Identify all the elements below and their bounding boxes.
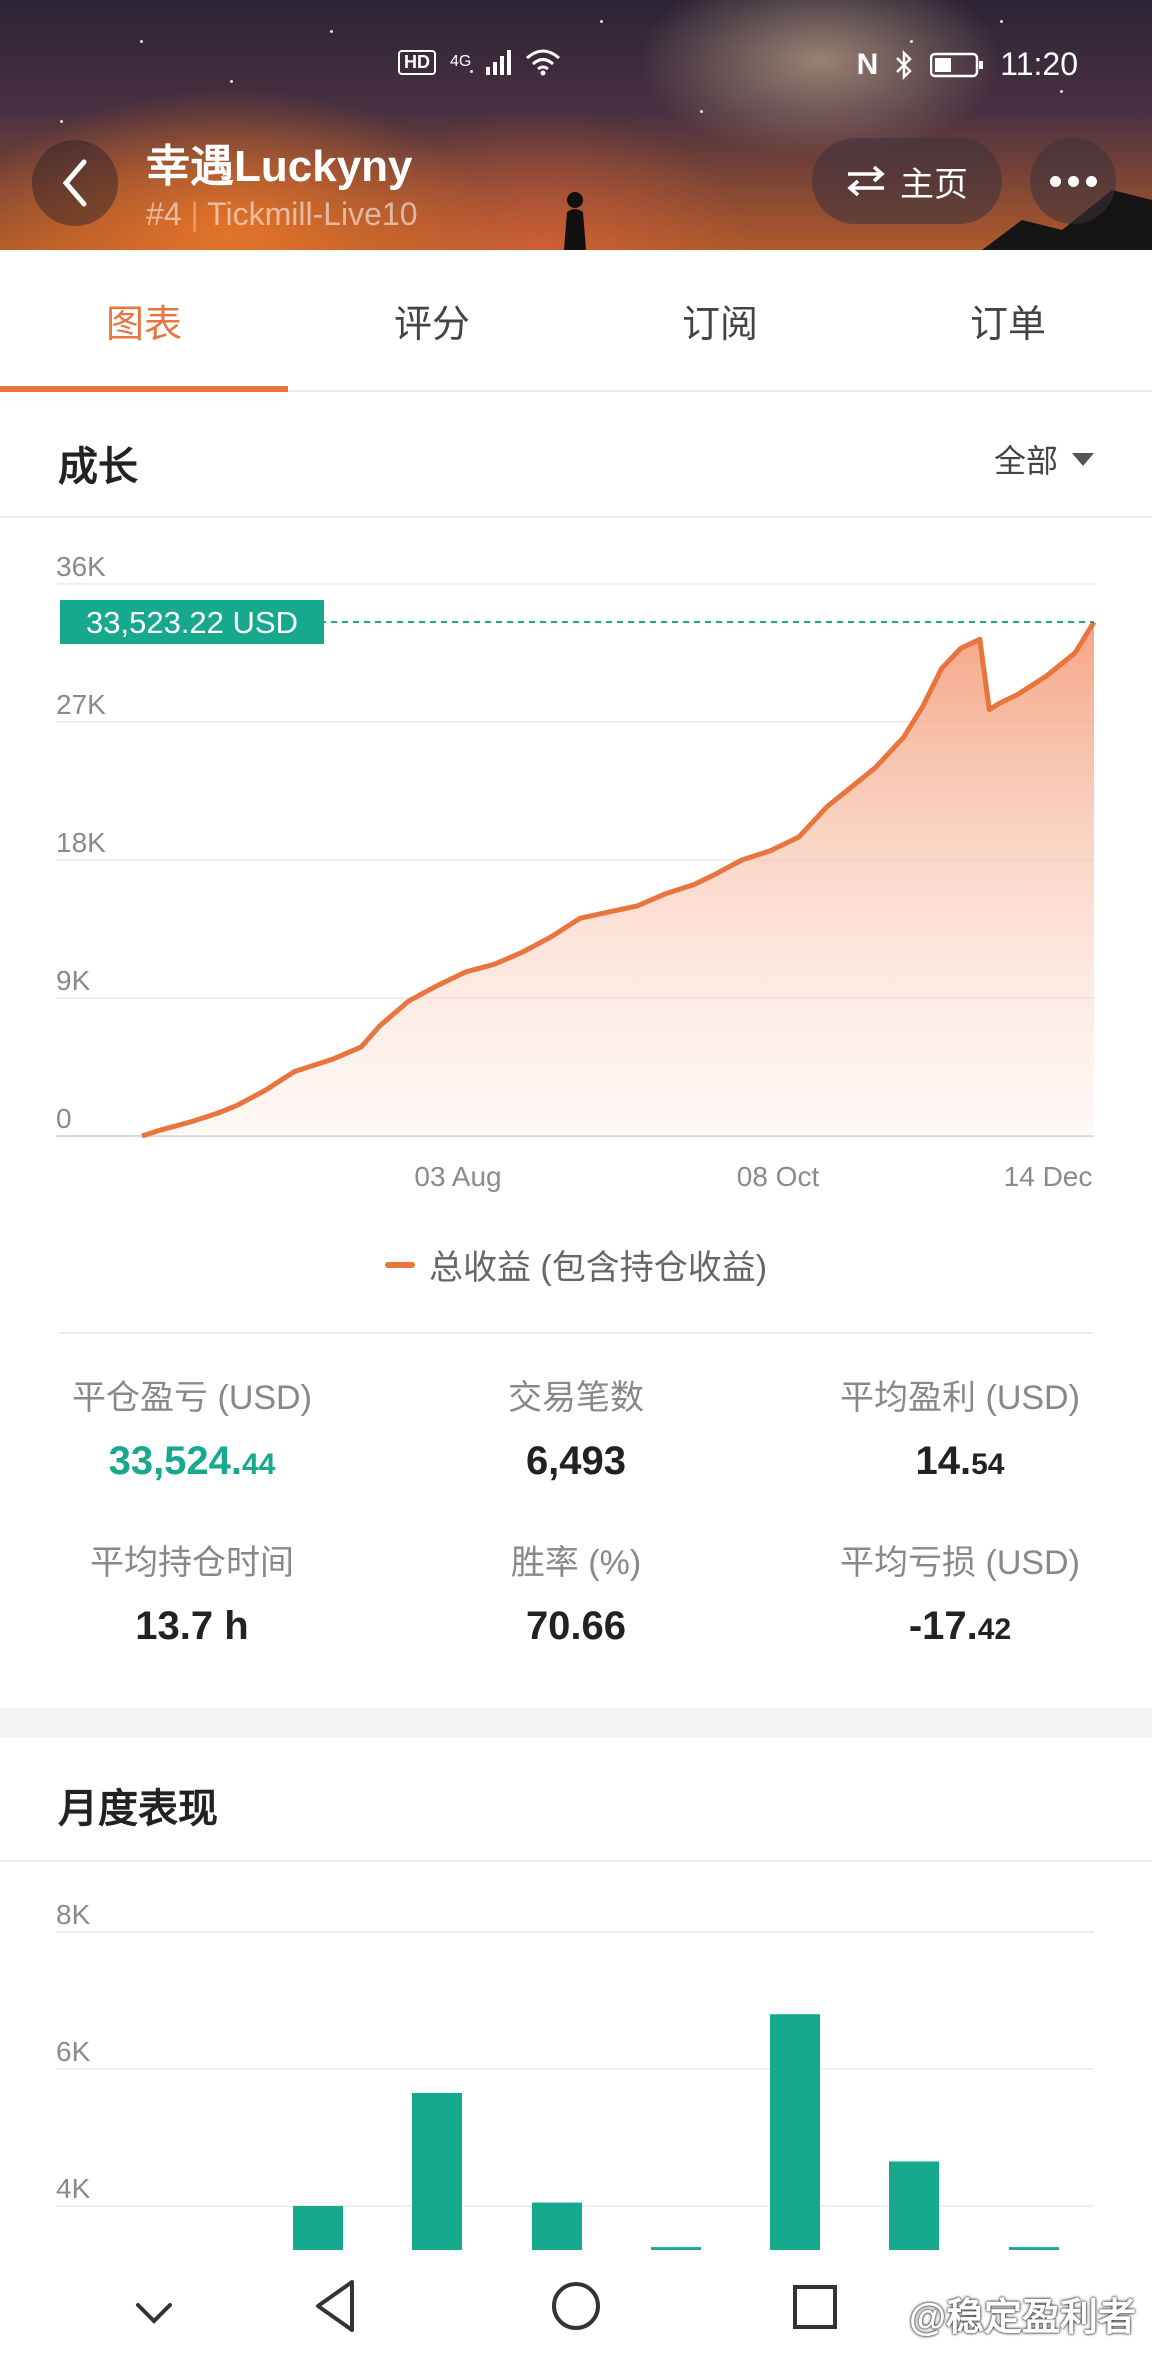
y-tick-label: 18K [56, 827, 106, 858]
system-nav-bar: @稳定盈利者 [0, 2250, 1152, 2376]
monthly-bar[interactable] [770, 2014, 820, 2260]
y-tick-label: 0 [56, 1103, 72, 1134]
status-time: 11:20 [1000, 46, 1078, 82]
current-value-label: 33,523.22 USD [86, 605, 298, 640]
range-selector-value: 全部 [993, 443, 1058, 479]
section-divider [58, 1332, 1094, 1334]
x-tick-label: 08 Oct [737, 1161, 820, 1192]
stat-label: 胜率 (%) [510, 1544, 642, 1582]
tab-subscription[interactable]: 订阅 [576, 250, 864, 390]
y-tick-label: 36K [56, 551, 106, 582]
tab-bar: 图表 评分 订阅 订单 [0, 250, 1152, 392]
stat-label: 平均盈利 (USD) [840, 1379, 1080, 1417]
account-rank: #4 [146, 196, 182, 232]
growth-title: 成长 [58, 445, 138, 489]
watermark-text: @稳定盈利者 [908, 2297, 1136, 2339]
home-button[interactable]: 主页 [812, 138, 1002, 224]
monthly-chart[interactable]: 8K 6K 4K [0, 1880, 1152, 2260]
stat-item: 平均亏损 (USD) -17.42 [768, 1535, 1152, 1649]
stat-value: 6,493 [525, 1439, 627, 1483]
more-options-button[interactable] [1030, 138, 1116, 224]
monthly-bar[interactable] [889, 2161, 939, 2260]
swap-icon [847, 165, 885, 197]
tab-chart[interactable]: 图表 [0, 250, 288, 392]
signal-icon [486, 50, 512, 75]
growth-chart[interactable]: 36K 27K 18K 9K 0 03 Aug 08 Oct 14 Dec 33,523.22 … [0, 540, 1152, 1210]
tab-orders[interactable]: 订单 [864, 250, 1152, 390]
status-bar: HD 4G N 11:20 [0, 38, 1152, 98]
y-tick-label: 6K [56, 2036, 91, 2067]
more-dot-icon [1067, 175, 1079, 187]
stat-value: 70.66 [525, 1604, 627, 1648]
stat-value: 13.7 h [135, 1604, 249, 1648]
stat-value: 14.54 [915, 1439, 1005, 1483]
battery-icon [930, 52, 984, 77]
stat-value-decimals: 42 [977, 1613, 1012, 1646]
wifi-icon [526, 49, 561, 76]
y-tick-label: 8K [56, 1899, 91, 1930]
stat-label: 平均持仓时间 [90, 1544, 294, 1582]
stat-value-decimals: 44 [242, 1448, 276, 1481]
stat-item: 交易笔数 6,493 [384, 1370, 768, 1484]
person-silhouette [564, 192, 586, 250]
stat-label: 交易笔数 [508, 1379, 644, 1417]
stat-value-decimals: 54 [971, 1448, 1005, 1481]
x-tick-label: 14 Dec [1004, 1161, 1093, 1192]
growth-legend: 总收益 (包含持仓收益) [0, 1240, 1152, 1289]
chevron-left-icon [62, 159, 87, 207]
growth-area-fill [142, 622, 1094, 1136]
back-button[interactable] [32, 140, 118, 226]
hd-badge: HD [398, 49, 436, 75]
monthly-bar[interactable] [412, 2092, 462, 2260]
x-tick-label: 03 Aug [414, 1161, 501, 1192]
nav-back-icon[interactable] [312, 2278, 358, 2334]
monthly-section-header: 月度表现 [0, 1738, 1152, 1862]
stat-label: 平仓盈亏 (USD) [72, 1379, 312, 1417]
legend-label: 总收益 (包含持仓收益) [428, 1249, 768, 1287]
more-dot-icon [1049, 175, 1061, 187]
stat-label: 平均亏损 (USD) [840, 1544, 1080, 1582]
stat-item: 平均盈利 (USD) 14.54 [768, 1370, 1152, 1484]
watermark: @稳定盈利者 [867, 2286, 1136, 2341]
y-tick-label: 4K [56, 2173, 91, 2204]
stat-item: 平均持仓时间 13.7 h [0, 1535, 384, 1649]
nfc-icon: N [856, 47, 879, 81]
section-gap [0, 1708, 1152, 1738]
growth-section-header: 成长 全部 [0, 394, 1152, 518]
nav-recents-icon[interactable] [792, 2284, 838, 2330]
legend-swatch [384, 1261, 415, 1268]
y-tick-label: 9K [56, 965, 91, 996]
more-dot-icon [1085, 175, 1097, 187]
monthly-title: 月度表现 [58, 1787, 218, 1831]
stat-item: 胜率 (%) 70.66 [384, 1535, 768, 1649]
nav-home-icon[interactable] [550, 2278, 602, 2334]
chevron-down-icon[interactable] [134, 2300, 174, 2326]
tab-rating[interactable]: 评分 [288, 250, 576, 390]
network-type: 4G [450, 53, 472, 70]
weibo-logo-icon [871, 2299, 903, 2329]
dropdown-arrow-icon [1072, 452, 1094, 466]
home-button-label: 主页 [900, 165, 968, 204]
stat-item: 平仓盈亏 (USD) 33,524.44 [0, 1370, 384, 1484]
bluetooth-icon [896, 49, 913, 80]
stat-value: -17.42 [908, 1604, 1012, 1648]
range-selector[interactable]: 全部 [994, 436, 1094, 482]
y-tick-label: 27K [56, 689, 106, 720]
account-server: Tickmill-Live10 [207, 196, 418, 232]
account-name: 幸遇Luckyny [146, 142, 413, 191]
account-subtitle: #4 | Tickmill-Live10 [146, 196, 418, 232]
stat-value: 33,524.44 [108, 1439, 276, 1483]
